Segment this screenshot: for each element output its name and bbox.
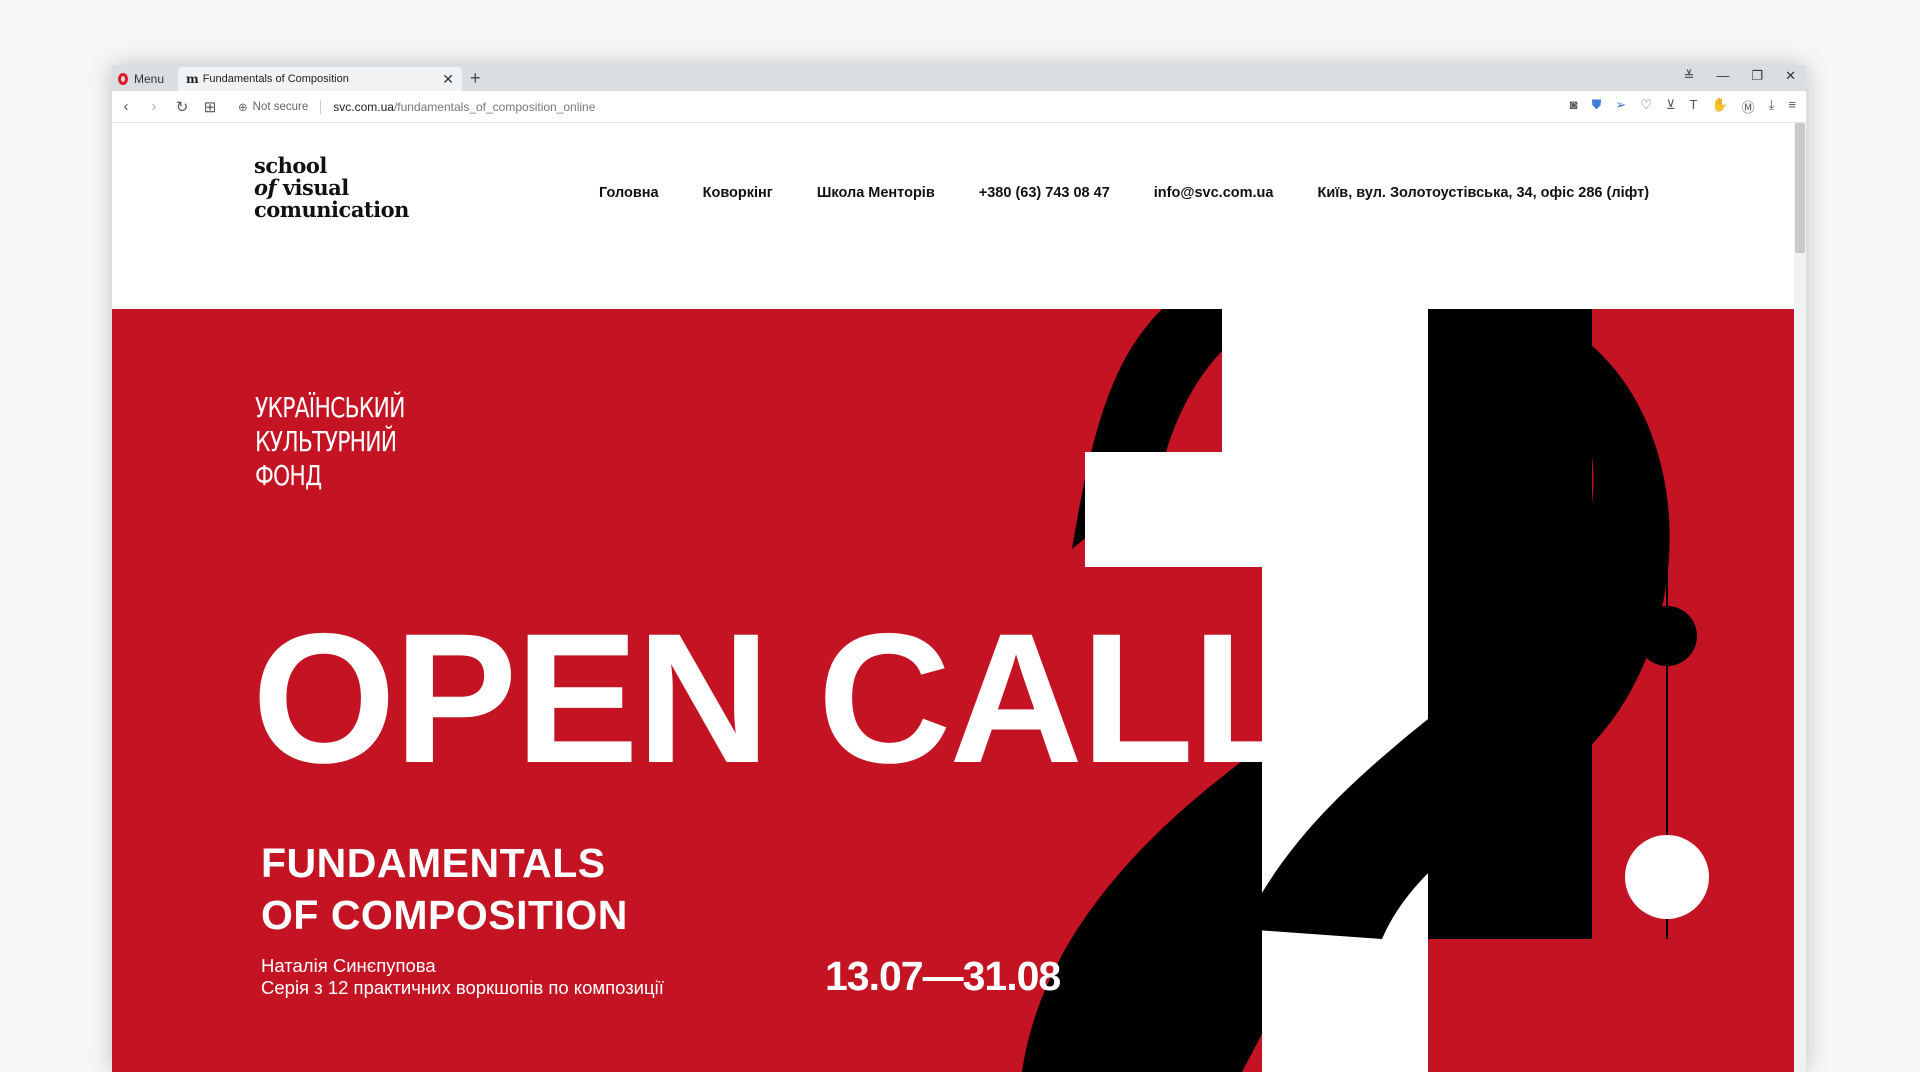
translate-icon[interactable]: T <box>1690 97 1698 116</box>
download-icon[interactable]: ⤓ <box>1769 97 1775 116</box>
site-favicon-icon: m <box>186 72 199 86</box>
decor-black-dot <box>1637 606 1697 666</box>
headline: OPEN CALL <box>252 596 1305 802</box>
url-field[interactable]: svc.com.ua/fundamentals_of_composition_o… <box>333 100 595 114</box>
back-icon[interactable]: ‹ <box>112 98 140 115</box>
page-scrollbar[interactable] <box>1794 123 1806 1072</box>
nav-coworking[interactable]: Коворкінг <box>703 185 773 201</box>
extension-icon[interactable]: ✋ <box>1711 97 1727 116</box>
tab-menu-icon[interactable]: ≚ <box>1684 68 1695 84</box>
page-viewport: school of visual comunication Головна Ко… <box>112 123 1794 1072</box>
opera-logo-icon <box>118 73 128 85</box>
tab-active[interactable]: m Fundamentals of Composition ✕ <box>178 67 462 91</box>
easy-setup-icon[interactable]: ≡ <box>1788 97 1796 116</box>
divider <box>320 99 322 114</box>
ukrainian-cultural-foundation-logo: Український культурний фонд <box>255 391 405 493</box>
forward-icon[interactable]: › <box>140 98 168 115</box>
pocket-icon[interactable]: ⊻ <box>1666 97 1676 116</box>
course-title: FUNDAMENTALS OF COMPOSITION <box>261 837 628 941</box>
security-indicator[interactable]: ⊕ Not secure <box>238 100 308 114</box>
nav-address[interactable]: Київ, вул. Золотоустівська, 34, офіс 286… <box>1317 185 1649 201</box>
nav-phone[interactable]: +380 (63) 743 08 47 <box>979 185 1110 201</box>
menu-label: Menu <box>134 72 165 86</box>
course-dates: 13.07—31.08 <box>825 953 1061 999</box>
tab-bar: Menu m Fundamentals of Composition ✕ + ≚… <box>112 65 1806 91</box>
hero-banner: Український культурний фонд OPEN CALL FU… <box>112 309 1794 1072</box>
security-label: Not secure <box>252 100 309 113</box>
send-icon[interactable]: ➢ <box>1615 97 1626 116</box>
ucf-line-2: культурний <box>255 425 397 458</box>
course-subtitle: Серія з 12 практичних воркшопів по компо… <box>261 977 664 998</box>
site-logo[interactable]: school of visual comunication <box>254 155 409 221</box>
course-title-line-1: FUNDAMENTALS <box>261 840 606 886</box>
decor-white-dot <box>1625 835 1709 919</box>
logo-line-2: of visual <box>254 177 409 199</box>
scrollbar-thumb[interactable] <box>1795 123 1805 253</box>
browser-window: Menu m Fundamentals of Composition ✕ + ≚… <box>112 65 1806 1072</box>
address-bar: ‹ › ↻ ⊞ ⊕ Not secure svc.com.ua/fundamen… <box>112 91 1806 123</box>
new-tab-icon[interactable]: + <box>470 68 481 89</box>
nav-mentor-school[interactable]: Школа Менторів <box>817 185 935 201</box>
course-title-line-2: OF COMPOSITION <box>261 892 628 938</box>
author-name: Наталія Синєпупова <box>261 955 436 976</box>
close-window-icon[interactable]: ✕ <box>1785 68 1796 84</box>
snapshot-icon[interactable]: ◙ <box>1570 97 1578 116</box>
tab-title: Fundamentals of Composition <box>202 73 349 85</box>
ucf-line-3: фонд <box>255 459 322 492</box>
globe-icon: ⊕ <box>238 101 248 114</box>
window-controls: ≚ — ❐ ✕ <box>1684 68 1796 84</box>
logo-line-1: school <box>254 153 327 178</box>
shield-icon[interactable]: ⛊ <box>1592 97 1602 116</box>
reader-icon[interactable]: Ⓜ <box>1742 97 1755 116</box>
restore-icon[interactable]: ❐ <box>1751 68 1763 84</box>
speed-dial-icon[interactable]: ⊞ <box>196 98 224 116</box>
minimize-icon[interactable]: — <box>1716 68 1729 84</box>
close-tab-icon[interactable]: ✕ <box>442 71 454 88</box>
reload-icon[interactable]: ↻ <box>168 98 196 116</box>
nav-home[interactable]: Головна <box>599 185 659 201</box>
nav-email[interactable]: info@svc.com.ua <box>1154 185 1274 201</box>
heart-icon[interactable]: ♡ <box>1640 97 1652 116</box>
logo-line-3: comunication <box>254 197 409 222</box>
top-navigation: Головна Коворкінг Школа Менторів +380 (6… <box>599 185 1649 201</box>
url-domain: svc.com.ua <box>333 99 394 114</box>
opera-menu-button[interactable]: Menu <box>118 69 172 89</box>
url-path: /fundamentals_of_composition_online <box>393 99 596 114</box>
ucf-line-1: Український <box>255 391 405 424</box>
toolbar-icons: ◙ ⛊ ➢ ♡ ⊻ T ✋ Ⓜ ⤓ ≡ <box>1570 97 1796 116</box>
